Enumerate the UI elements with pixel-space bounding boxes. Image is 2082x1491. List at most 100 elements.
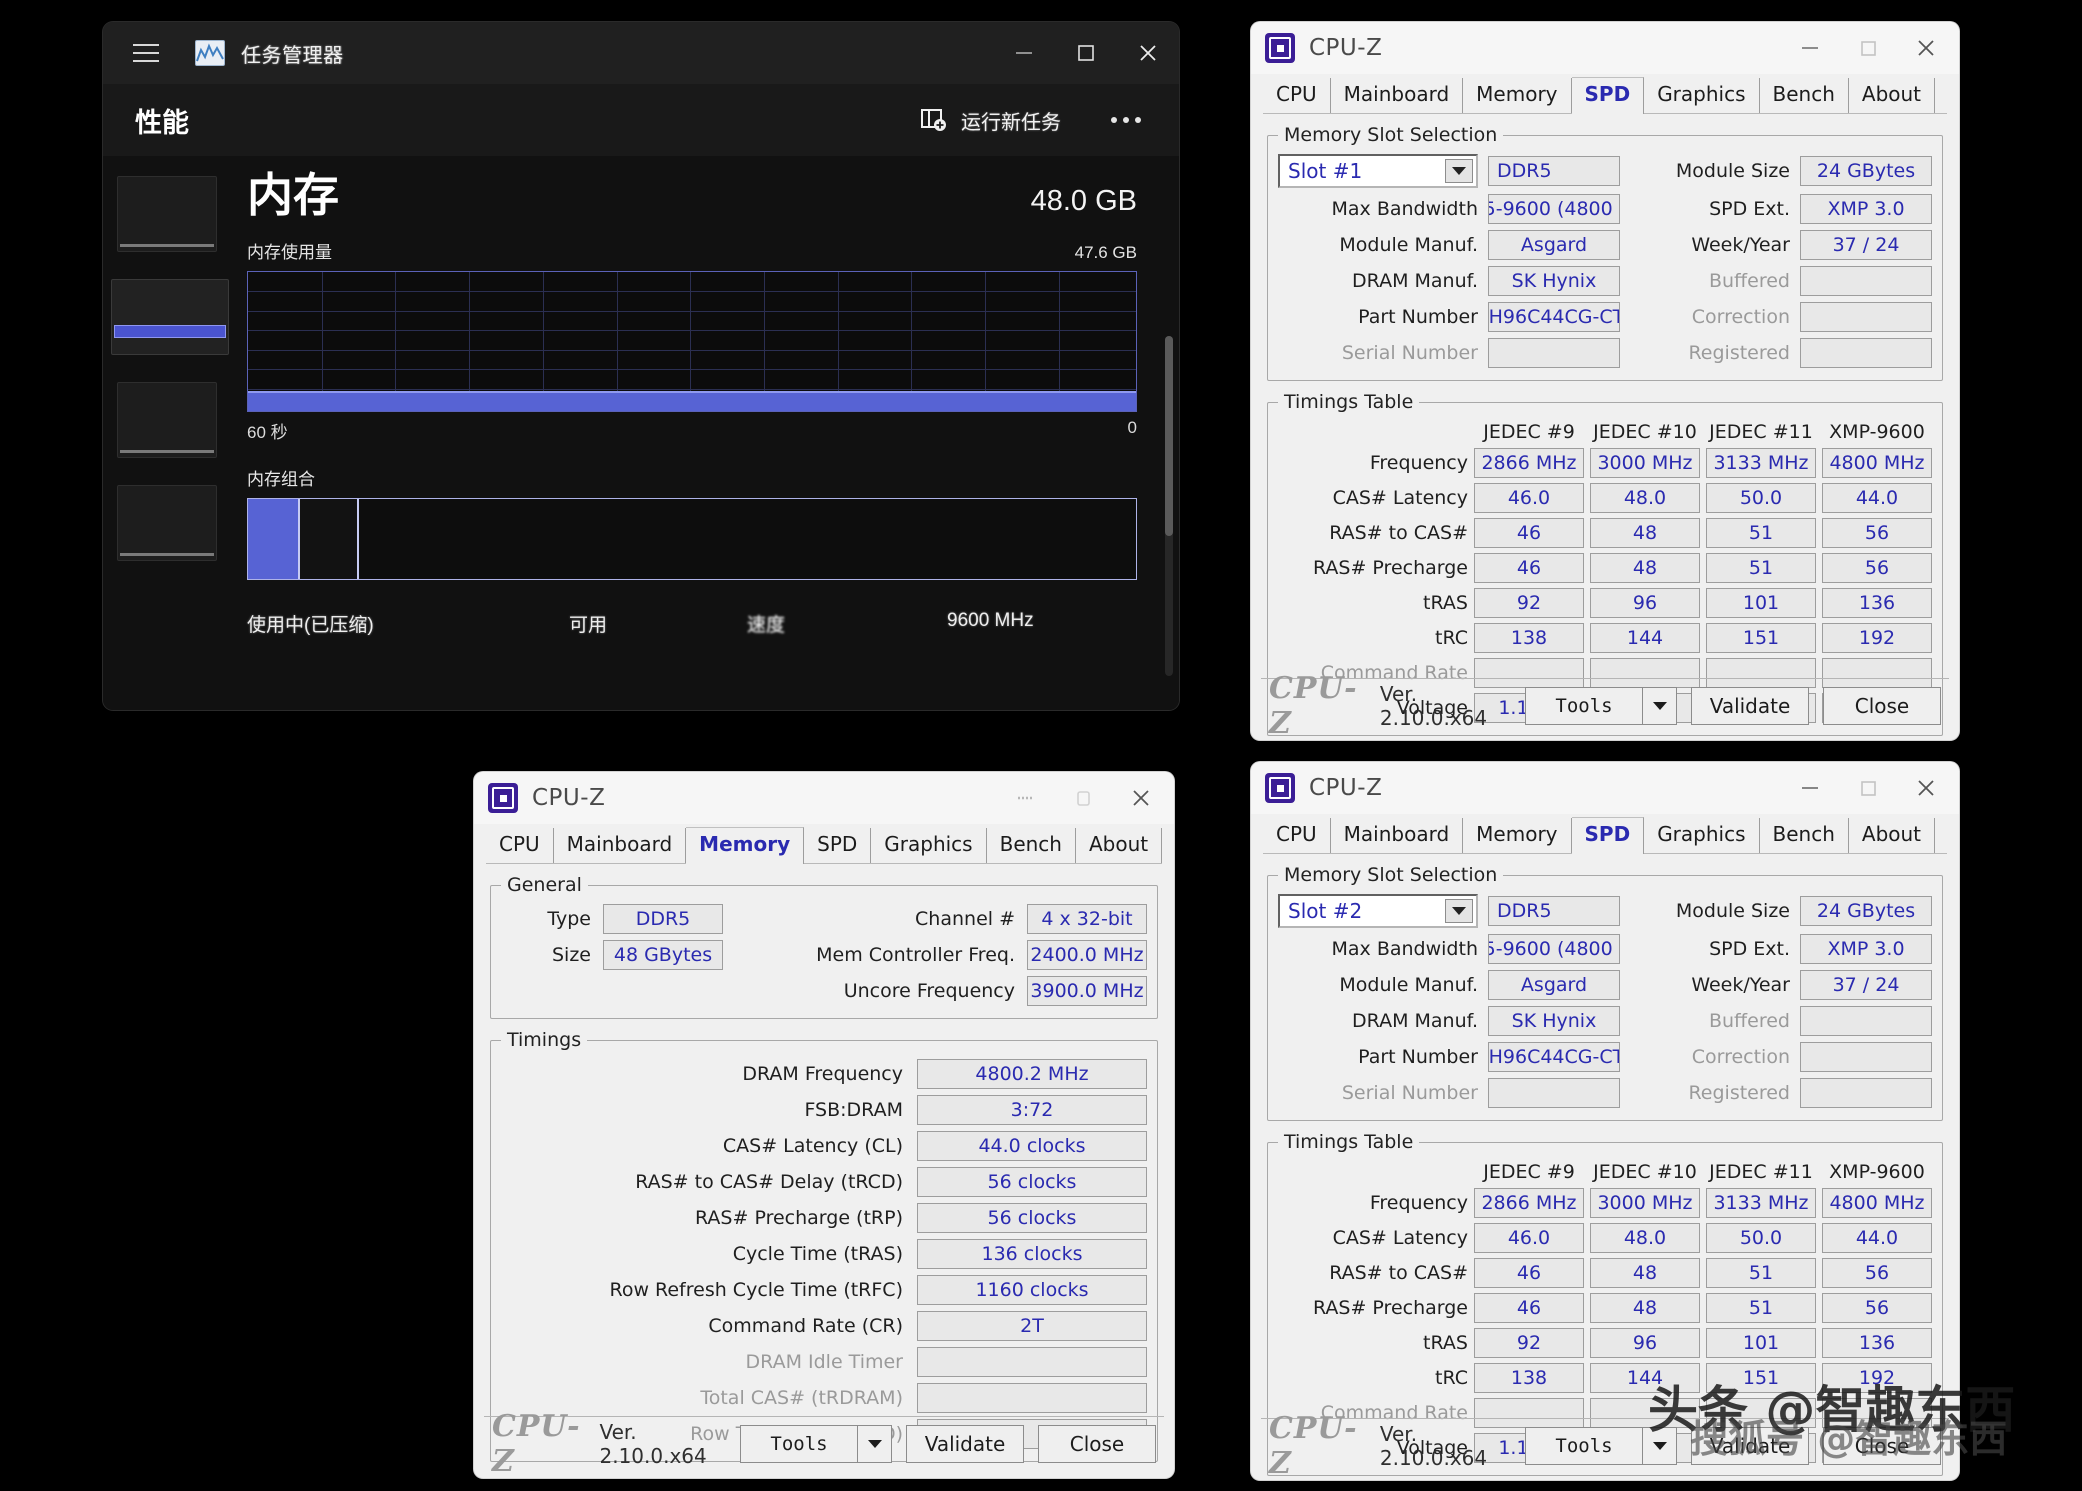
minimize-icon[interactable] [996, 772, 1054, 824]
maximize-icon[interactable] [1839, 762, 1897, 814]
maximize-icon[interactable] [1055, 22, 1117, 84]
minimize-icon[interactable] [1781, 22, 1839, 74]
tools-split-button[interactable]: Tools [740, 1424, 892, 1463]
close-icon[interactable] [1897, 22, 1955, 74]
tab-about[interactable]: About [1849, 818, 1936, 854]
slot-fields-grid: Slot #2 DDR5 Module Size 24 GBytes Max B… [1278, 894, 1932, 1108]
label-spd-ext: SPD Ext. [1709, 938, 1790, 960]
more-options-icon[interactable] [1097, 107, 1155, 133]
label-dram-manuf: DRAM Manuf. [1352, 1010, 1478, 1032]
memory-composition-label: 内存组合 [247, 470, 315, 489]
group-legend: Timings Table [1284, 1131, 1414, 1153]
mem-timing-label-5: Cycle Time (tRAS) [732, 1243, 903, 1265]
tools-button[interactable]: Tools [740, 1424, 858, 1463]
tools-dropdown-icon[interactable] [858, 1424, 892, 1463]
tab-spd[interactable]: SPD [1571, 817, 1645, 855]
timings-cell-4-0: 92 [1474, 1328, 1584, 1358]
tab-about[interactable]: About [1849, 78, 1936, 114]
tab-cpu[interactable]: CPU [1263, 78, 1331, 114]
cpuz-window-title: CPU-Z [1309, 775, 1383, 801]
label-correction: Correction [1691, 1046, 1790, 1068]
memory-usage-row: 内存使用量 47.6 GB [247, 238, 1137, 263]
tab-graphics[interactable]: Graphics [871, 828, 987, 864]
slot-select[interactable]: Slot #1 [1278, 154, 1478, 188]
tab-spd[interactable]: SPD [1571, 77, 1645, 115]
mem-timing-value-0: 4800.2 MHz [917, 1059, 1147, 1089]
group-legend: Memory Slot Selection [1284, 124, 1498, 146]
tab-bench[interactable]: Bench [987, 828, 1076, 864]
chevron-down-icon[interactable] [1445, 159, 1473, 183]
run-new-task-button[interactable]: 运行新任务 [911, 98, 1071, 143]
close-button[interactable]: Close [1038, 1424, 1156, 1463]
tools-dropdown-icon[interactable] [1643, 686, 1677, 725]
memory-graph-axis: 60 秒 0 [247, 418, 1137, 443]
graph-axis-left: 60 秒 [247, 423, 288, 442]
tab-memory[interactable]: Memory [686, 827, 805, 865]
memory-slot-selection-group: Memory Slot Selection Slot #1 DDR5 Modul… [1267, 124, 1943, 381]
memory-composition-legend: 使用中(已压缩) 可用 速度 9600 MHz [247, 610, 1137, 640]
memory-speed-value: 9600 MHz [947, 610, 1034, 631]
tools-button[interactable]: Tools [1525, 1426, 1643, 1465]
maximize-icon[interactable] [1839, 22, 1897, 74]
correction-value [1800, 1042, 1932, 1072]
tab-memory[interactable]: Memory [1463, 818, 1572, 854]
tools-button[interactable]: Tools [1525, 686, 1643, 725]
tab-bench[interactable]: Bench [1760, 78, 1849, 114]
minimize-icon[interactable] [1781, 762, 1839, 814]
timings-row-label-4: tRAS [1423, 1332, 1468, 1354]
tab-graphics[interactable]: Graphics [1644, 78, 1760, 114]
tab-cpu[interactable]: CPU [1263, 818, 1331, 854]
timings-col-header-0: JEDEC #9 [1483, 1161, 1575, 1183]
perf-tile-gpu[interactable] [117, 485, 217, 561]
tools-split-button[interactable]: Tools [1525, 1426, 1677, 1465]
tab-mainboard[interactable]: Mainboard [554, 828, 687, 864]
tools-split-button[interactable]: Tools [1525, 686, 1677, 725]
part-number-value: /AMSUH96C44CG-CTHRBM [1488, 302, 1620, 332]
mem-timing-label-0: DRAM Frequency [742, 1063, 903, 1085]
vertical-scrollbar[interactable] [1165, 336, 1173, 676]
cpuz-footer: CPU-Z Ver. 2.10.0.x64 Tools Validate Clo… [484, 1409, 1164, 1478]
validate-button[interactable]: Validate [1691, 1426, 1809, 1465]
cpuz-spd-slot1-window: CPU-Z CPU Mainboard Memory SPD Graphics … [1251, 22, 1959, 740]
tools-dropdown-icon[interactable] [1643, 1426, 1677, 1465]
tab-mainboard[interactable]: Mainboard [1331, 818, 1464, 854]
validate-button[interactable]: Validate [906, 1424, 1024, 1463]
tab-spd[interactable]: SPD [804, 828, 872, 864]
tab-graphics[interactable]: Graphics [1644, 818, 1760, 854]
hamburger-menu-icon[interactable] [127, 34, 165, 72]
spd-ext-value: XMP 3.0 [1800, 934, 1932, 964]
cpuz-window-controls [996, 772, 1170, 824]
group-legend: General [507, 874, 582, 896]
label-correction: Correction [1691, 306, 1790, 328]
general-right-value-1: 2400.0 MHz [1027, 940, 1147, 970]
close-icon[interactable] [1117, 22, 1179, 84]
timings-row-label-2: RAS# to CAS# [1329, 1262, 1468, 1284]
tab-memory[interactable]: Memory [1463, 78, 1572, 114]
mem-timing-value-2: 44.0 clocks [917, 1131, 1147, 1161]
minimize-icon[interactable] [993, 22, 1055, 84]
timings-cell-2-3: 56 [1822, 1258, 1932, 1288]
mem-timing-label-7: Command Rate (CR) [708, 1315, 903, 1337]
close-button[interactable]: Close [1823, 686, 1941, 725]
tab-mainboard[interactable]: Mainboard [1331, 78, 1464, 114]
group-legend: Memory Slot Selection [1284, 864, 1498, 886]
chevron-down-icon[interactable] [1445, 899, 1473, 923]
tab-about[interactable]: About [1076, 828, 1163, 864]
mem-timing-label-4: RAS# Precharge (tRP) [695, 1207, 903, 1229]
close-icon[interactable] [1112, 772, 1170, 824]
tab-bench[interactable]: Bench [1760, 818, 1849, 854]
cpuz-spd-content: Memory Slot Selection Slot #1 DDR5 Modul… [1251, 114, 1959, 736]
mem-timing-value-8 [917, 1347, 1147, 1377]
slot-select[interactable]: Slot #2 [1278, 894, 1478, 928]
validate-button[interactable]: Validate [1691, 686, 1809, 725]
perf-tile-memory[interactable] [111, 279, 229, 355]
close-icon[interactable] [1897, 762, 1955, 814]
perf-tile-cpu[interactable] [117, 176, 217, 252]
cpuz-brand-logo: CPU-Z [1269, 670, 1358, 741]
perf-tile-disk[interactable] [117, 382, 217, 458]
cpuz-window-title: CPU-Z [532, 785, 606, 811]
maximize-icon[interactable] [1054, 772, 1112, 824]
tab-cpu[interactable]: CPU [486, 828, 554, 864]
label-module-manuf: Module Manuf. [1339, 234, 1478, 256]
close-button[interactable]: Close [1823, 1426, 1941, 1465]
